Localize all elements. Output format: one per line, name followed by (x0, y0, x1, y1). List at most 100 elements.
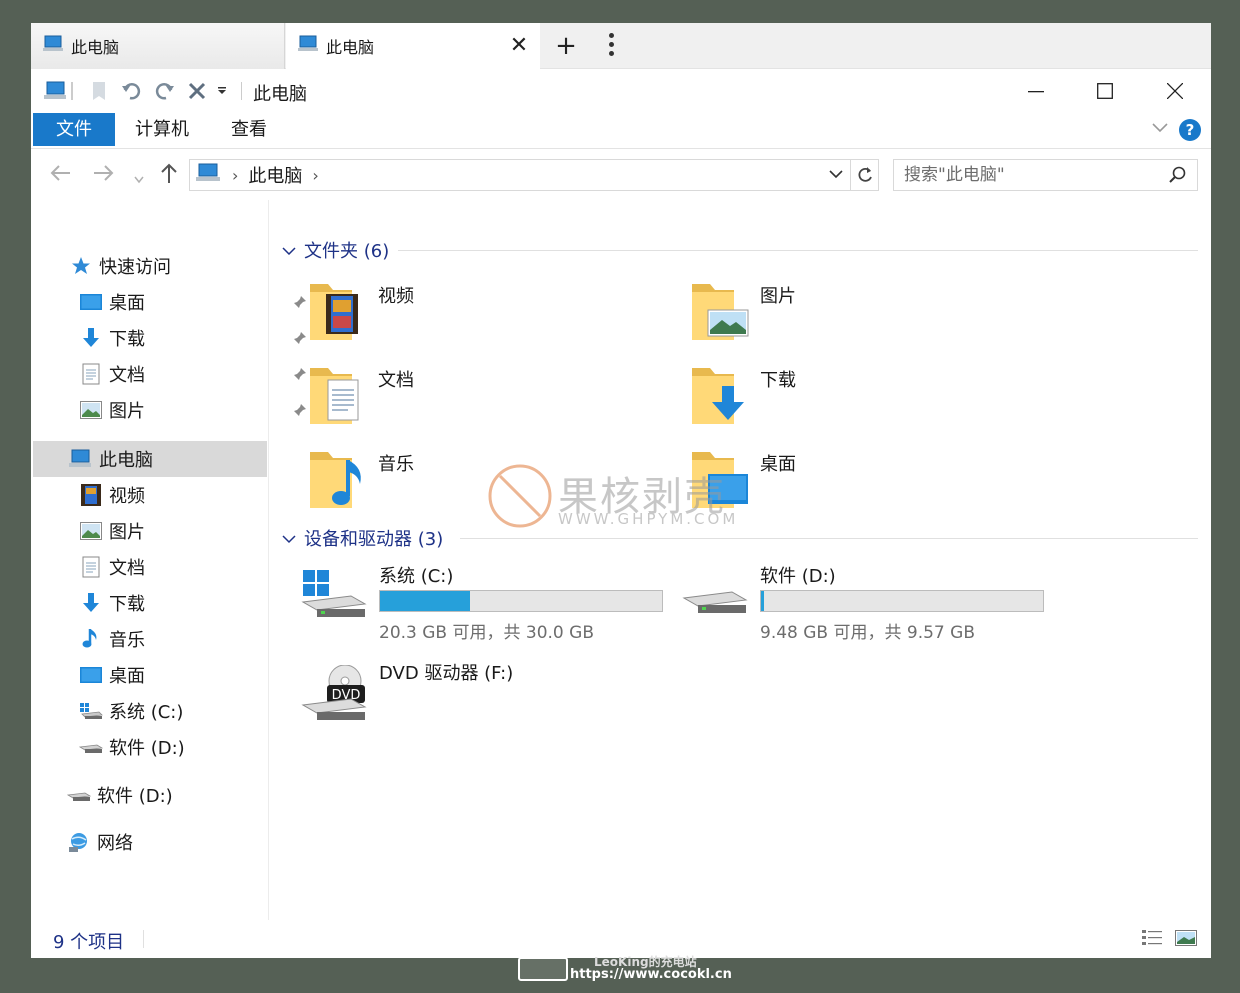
network-icon (67, 830, 91, 854)
window-title: 此电脑 (253, 84, 307, 105)
star-icon (69, 254, 93, 278)
folder-label: 桌面 (760, 454, 796, 475)
footer-credit: LeoKing的充电站 https://www.cocokl.cn (518, 955, 738, 985)
folder-documents[interactable]: 文档 (308, 362, 678, 438)
new-tab-icon[interactable]: + (555, 33, 577, 59)
computer-icon[interactable] (43, 80, 69, 102)
picture-icon (79, 519, 103, 543)
system-drive-icon (79, 699, 103, 723)
customize-toolbar-icon[interactable] (215, 80, 229, 102)
close-tab-icon[interactable]: ✕ (508, 35, 530, 57)
document-icon (79, 555, 103, 579)
search-box[interactable] (893, 159, 1198, 191)
details-view-icon[interactable] (1141, 928, 1163, 948)
drive-icon (682, 568, 748, 622)
breadcrumb-separator[interactable]: › (232, 166, 238, 185)
sidebar-item-label: 视频 (109, 486, 145, 507)
music-icon (79, 627, 103, 651)
drive-c[interactable]: 系统 (C:) 20.3 GB 可用，共 30.0 GB (301, 562, 681, 643)
folder-desktop[interactable]: 桌面 (690, 446, 1060, 522)
dvd-drive-icon: DVD (301, 664, 367, 727)
recent-locations-icon[interactable] (133, 168, 145, 190)
divider (143, 930, 144, 948)
delete-icon[interactable] (185, 80, 209, 102)
breadcrumb-separator[interactable]: › (312, 166, 318, 185)
document-icon (79, 362, 103, 386)
drive-usage-bar (379, 590, 663, 612)
undo-icon[interactable] (119, 80, 145, 102)
drive-dvd[interactable]: DVD DVD 驱动器 (F:) (301, 659, 681, 739)
group-title: 设备和驱动器 (3) (304, 529, 444, 550)
ribbon: 文件 计算机 查看 ? (31, 113, 1211, 149)
more-menu-icon[interactable] (607, 31, 615, 61)
search-icon[interactable] (1169, 166, 1187, 188)
address-bar[interactable]: › 此电脑 › (189, 159, 879, 191)
folder-label: 文档 (378, 370, 414, 391)
drive-name: DVD 驱动器 (F:) (379, 663, 514, 684)
tab-this-pc-2[interactable]: 此电脑 ✕ (286, 23, 540, 69)
refresh-icon[interactable] (850, 160, 878, 190)
up-icon[interactable] (159, 162, 179, 189)
sidebar-item-label: 图片 (109, 522, 145, 543)
navigation-bar: › 此电脑 › (31, 150, 1211, 200)
download-icon (79, 326, 103, 350)
divider (71, 82, 73, 100)
download-icon (79, 591, 103, 615)
picture-folder-icon (690, 278, 754, 348)
sidebar-item-label: 图片 (109, 401, 145, 422)
group-header-devices[interactable]: 设备和驱动器 (3) (282, 524, 1200, 552)
folder-videos[interactable]: 视频 (308, 278, 678, 354)
drive-free-space: 9.48 GB 可用，共 9.57 GB (760, 623, 975, 643)
minimize-icon[interactable] (1021, 78, 1051, 104)
computer-icon (43, 35, 65, 57)
drive-usage-fill (380, 591, 471, 611)
forward-icon[interactable] (93, 164, 115, 187)
tab-label: 此电脑 (326, 38, 375, 57)
group-header-folders[interactable]: 文件夹 (6) (282, 236, 1200, 264)
folder-label: 图片 (760, 286, 796, 307)
help-icon[interactable]: ? (1179, 119, 1201, 141)
content-pane: 文件夹 (6) 视频 图片 文档 下载 音乐 桌面 设备和驱动器 (3) 系统 … (270, 200, 1211, 920)
large-icons-view-icon[interactable] (1175, 928, 1197, 948)
tab-file[interactable]: 文件 (33, 113, 115, 146)
folder-downloads[interactable]: 下载 (690, 362, 1060, 438)
sidebar-item-drive-d-root[interactable]: 软件 (D:) (67, 777, 301, 813)
sidebar-item-label: 音乐 (109, 630, 145, 651)
search-input[interactable] (894, 160, 1154, 190)
video-folder-icon (308, 278, 372, 348)
folder-label: 视频 (378, 286, 414, 307)
tab-this-pc-1[interactable]: 此电脑 (31, 23, 285, 69)
divider (241, 82, 242, 100)
music-folder-icon (308, 446, 372, 516)
sidebar-item-label: 系统 (C:) (109, 702, 184, 723)
folder-pictures[interactable]: 图片 (690, 278, 1060, 354)
sidebar-item-label: 快速访问 (99, 257, 171, 278)
video-icon (79, 483, 103, 507)
folder-music[interactable]: 音乐 (308, 446, 678, 522)
breadcrumb-this-pc[interactable]: 此电脑 (248, 162, 302, 188)
drive-icon (79, 735, 103, 759)
drive-free-space: 20.3 GB 可用，共 30.0 GB (379, 623, 594, 643)
desktop-folder-icon (690, 446, 754, 516)
sidebar-item-network[interactable]: 网络 (67, 824, 301, 860)
item-count: 9 个项目 (53, 932, 125, 953)
sidebar-item-quick-access[interactable]: 快速访问 (69, 248, 303, 284)
desktop-icon (79, 290, 103, 314)
close-window-icon[interactable] (1160, 78, 1190, 104)
computer-icon (298, 35, 320, 57)
title-bar: 此电脑 (31, 70, 1211, 112)
drive-d[interactable]: 软件 (D:) 9.48 GB 可用，共 9.57 GB (682, 562, 1062, 643)
tab-computer[interactable]: 计算机 (115, 113, 209, 146)
expand-ribbon-icon[interactable] (1151, 119, 1169, 138)
chevron-down-icon (282, 528, 296, 549)
sidebar-item-this-pc[interactable]: 此电脑 (33, 441, 267, 477)
computer-icon (69, 447, 93, 471)
properties-icon[interactable] (89, 80, 109, 102)
maximize-icon[interactable] (1090, 78, 1120, 104)
redo-icon[interactable] (151, 80, 177, 102)
tab-view[interactable]: 查看 (211, 113, 287, 146)
sidebar-item-label: 软件 (D:) (109, 738, 185, 759)
back-icon[interactable] (49, 164, 71, 187)
battery-icon (518, 957, 568, 981)
address-dropdown-icon[interactable] (828, 166, 844, 187)
